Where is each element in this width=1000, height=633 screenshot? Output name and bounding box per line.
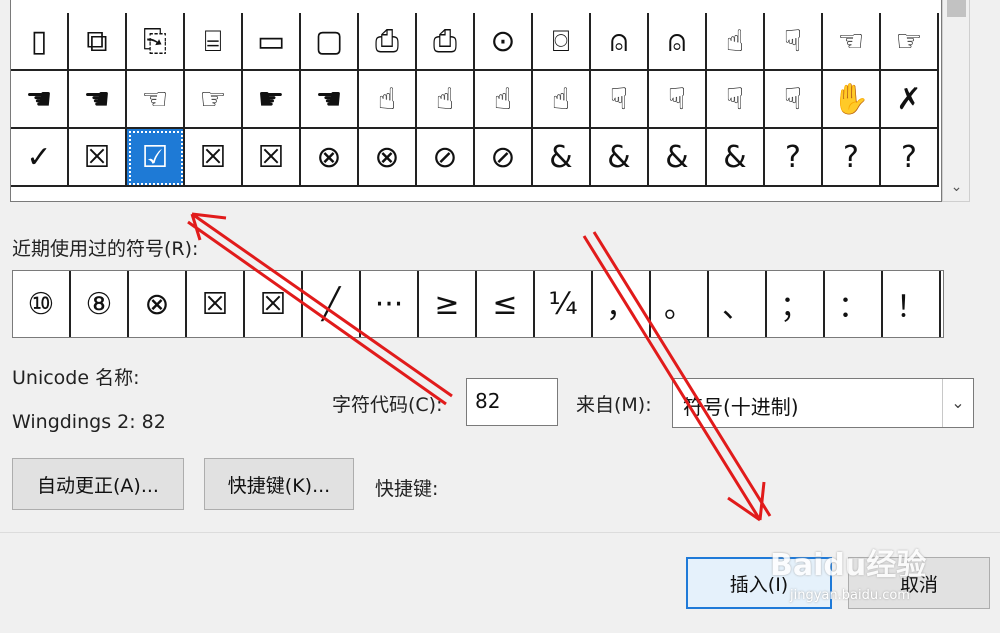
symbol-cell[interactable]: ☟ [765, 71, 823, 129]
symbol-cell[interactable]: ⊗ [301, 129, 359, 187]
char-code-input[interactable]: 82 [466, 378, 558, 426]
autocorrect-button[interactable]: 自动更正(A)... [12, 458, 184, 510]
symbol-cell[interactable]: & [533, 129, 591, 187]
symbol-cell[interactable]: ☟ [765, 13, 823, 71]
symbol-grid-scrollbar[interactable]: ⌄ [942, 0, 970, 202]
symbol-cell[interactable]: ☟ [591, 71, 649, 129]
recent-symbols-list[interactable]: ⑩ ⑧ ⊗ ☒ ☒ ╱ ··· ≥ ≤ ¼，。、；：！ [12, 270, 944, 338]
recent-symbol-cell[interactable]: ！ [883, 271, 941, 337]
symbol-row: ▯ ⧉ ⎘ ⌸ ▭ ▢ ⎙ ⎙ ⊙ ⌼ ⍝ ⍝ ☝ ☟ ☜ ☞ [11, 13, 941, 71]
symbol-cell[interactable]: ⎙ [359, 13, 417, 71]
symbol-cell[interactable]: ☒ [243, 129, 301, 187]
symbol-cell[interactable]: ⌸ [185, 13, 243, 71]
symbol-cell[interactable]: ⍝ [649, 13, 707, 71]
from-select[interactable]: 符号(十进制) ⌄ [672, 378, 974, 428]
recent-symbol-cell[interactable]: ≤ [477, 271, 535, 337]
watermark-logo: Baidu经验 [770, 548, 927, 583]
recent-symbol-cell[interactable]: 、 [709, 271, 767, 337]
symbol-cell[interactable]: & [591, 129, 649, 187]
recent-symbols-label: 近期使用过的符号(R): [12, 238, 199, 260]
recent-symbol-cell[interactable]: ⊗ [129, 271, 187, 337]
symbol-cell[interactable]: ☝ [707, 13, 765, 71]
from-select-value: 符号(十进制) [683, 395, 799, 419]
symbol-cell[interactable]: ☒ [69, 129, 127, 187]
symbol-cell[interactable]: ⊙ [475, 13, 533, 71]
symbol-cell[interactable]: ☝ [475, 71, 533, 129]
recent-symbol-cell[interactable]: ： [825, 271, 883, 337]
symbol-cell[interactable]: ⎘ [127, 13, 185, 71]
recent-symbol-cell[interactable]: ☒ [245, 271, 303, 337]
shortcut-key-button[interactable]: 快捷键(K)... [204, 458, 354, 510]
watermark-url: jingyan.baidu.com [790, 588, 910, 603]
symbol-cell[interactable]: ☛ [243, 71, 301, 129]
recent-symbol-cell[interactable]: ； [767, 271, 825, 337]
symbol-cell[interactable]: ✋ [823, 71, 881, 129]
symbol-cell[interactable]: ☝ [359, 71, 417, 129]
recent-symbol-cell[interactable]: ╱ [303, 271, 361, 337]
symbol-cell[interactable]: ⊗ [359, 129, 417, 187]
symbol-cell[interactable]: ☚ [301, 71, 359, 129]
symbol-cell[interactable]: ? [881, 129, 939, 187]
chevron-down-icon[interactable]: ⌄ [942, 379, 973, 427]
symbol-cell[interactable]: ☚ [69, 71, 127, 129]
symbol-cell[interactable]: ⧉ [69, 13, 127, 71]
symbol-cell[interactable]: ☞ [881, 13, 939, 71]
chevron-down-icon[interactable]: ⌄ [943, 177, 970, 197]
symbol-cell[interactable]: ⍝ [591, 13, 649, 71]
char-code-label: 字符代码(C): [332, 394, 443, 416]
symbol-row: ☚ ☚ ☜ ☞ ☛ ☚ ☝ ☝ ☝ ☝ ☟ ☟ ☟ ☟ ✋ ✗ [11, 71, 941, 129]
symbol-cell[interactable]: ☑ [127, 129, 185, 187]
scroll-thumb[interactable] [947, 0, 966, 17]
recent-symbol-cell[interactable]: 。 [651, 271, 709, 337]
symbol-cell[interactable]: & [649, 129, 707, 187]
symbol-cell[interactable]: ⊘ [417, 129, 475, 187]
shortcut-label: 快捷键: [375, 478, 439, 500]
symbol-grid[interactable]: ▯ ⧉ ⎘ ⌸ ▭ ▢ ⎙ ⎙ ⊙ ⌼ ⍝ ⍝ ☝ ☟ ☜ ☞ ☚ ☚ ☜ ☞ ☛ ☚ ☝ ☝ ☝ ☝ ☟ ☟ ☟ ☟ ✋ ✗ ✓ ☒ ☑ ☒ ☒ ⊗ ⊗ ⊘… [10, 0, 942, 202]
symbol-cell[interactable]: ☜ [127, 71, 185, 129]
symbol-cell[interactable]: ? [823, 129, 881, 187]
recent-symbol-cell[interactable]: ¼ [535, 271, 593, 337]
symbol-cell[interactable]: ☝ [417, 71, 475, 129]
symbol-row: ✓ ☒ ☑ ☒ ☒ ⊗ ⊗ ⊘ ⊘ & & & &??? [11, 129, 941, 187]
recent-symbol-cell[interactable]: ⑩ [13, 271, 71, 337]
recent-symbol-cell[interactable]: ··· [361, 271, 419, 337]
symbol-cell[interactable]: ▯ [11, 13, 69, 71]
recent-symbol-cell[interactable]: ， [593, 271, 651, 337]
symbol-cell[interactable]: ? [765, 129, 823, 187]
recent-symbol-cell[interactable]: ≥ [419, 271, 477, 337]
symbol-cell[interactable]: ☝ [533, 71, 591, 129]
symbol-cell[interactable]: ⌼ [533, 13, 591, 71]
unicode-name-label: Unicode 名称: [12, 367, 140, 389]
symbol-cell[interactable]: ▢ [301, 13, 359, 71]
symbol-cell[interactable]: ⎙ [417, 13, 475, 71]
symbol-cell[interactable]: ▭ [243, 13, 301, 71]
symbol-cell[interactable]: ☞ [185, 71, 243, 129]
symbol-cell[interactable]: ☜ [823, 13, 881, 71]
recent-symbol-cell[interactable]: ⑧ [71, 271, 129, 337]
symbol-cell[interactable]: ☒ [185, 129, 243, 187]
symbol-cell[interactable]: ☟ [649, 71, 707, 129]
font-code-text: Wingdings 2: 82 [12, 411, 166, 433]
symbol-cell[interactable]: ✓ [11, 129, 69, 187]
symbol-cell[interactable]: ✗ [881, 71, 939, 129]
symbol-cell[interactable]: ☟ [707, 71, 765, 129]
symbol-cell[interactable]: & [707, 129, 765, 187]
symbol-cell[interactable]: ⊘ [475, 129, 533, 187]
recent-symbol-cell[interactable]: ☒ [187, 271, 245, 337]
from-label: 来自(M): [576, 394, 652, 416]
symbol-cell[interactable]: ☚ [11, 71, 69, 129]
